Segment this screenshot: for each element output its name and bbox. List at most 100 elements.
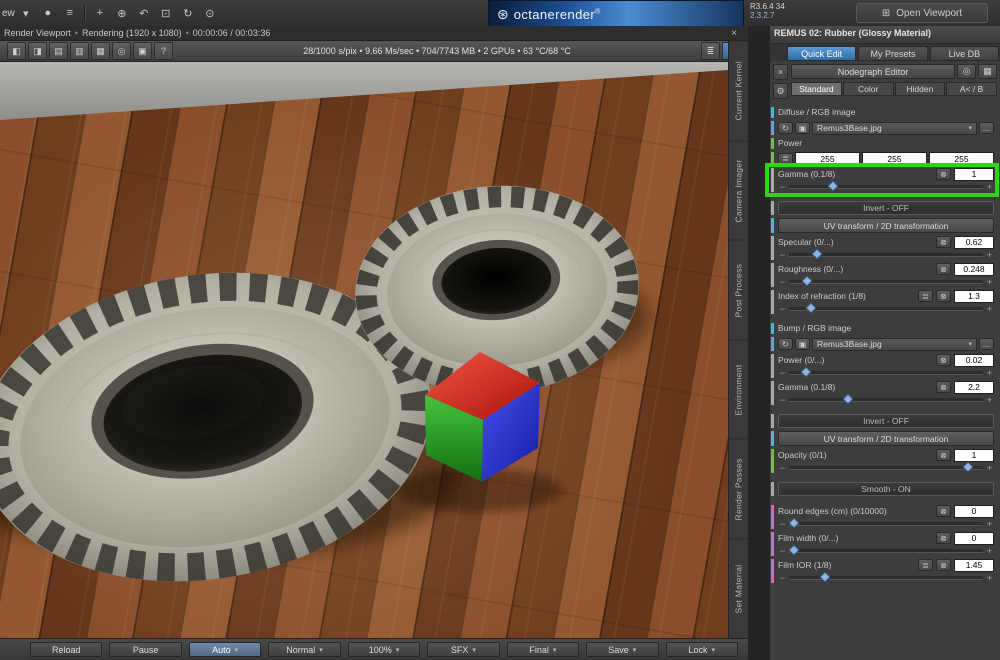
texture-file-dropdown[interactable]: Remus3Base.jpg ▾ [812, 337, 977, 351]
slider-handle[interactable] [805, 301, 817, 314]
slider-track[interactable] [789, 365, 983, 378]
pause-button[interactable]: Pause [109, 642, 182, 657]
open-texture-button[interactable]: ▣ [795, 338, 810, 350]
slider-handle[interactable] [801, 274, 814, 287]
open-texture-button[interactable]: ▣ [795, 122, 810, 134]
increment-button[interactable]: + [985, 573, 994, 583]
tab-camera-imager[interactable]: Camera Imager [729, 140, 748, 240]
lock-dropdown[interactable]: Lock ▾ [665, 642, 738, 657]
bump-gamma-value-field[interactable]: 2.2 [954, 380, 994, 394]
grid-view-icon[interactable]: ▦ [91, 42, 110, 60]
slider-handle[interactable] [788, 516, 800, 529]
chevron-down-icon[interactable]: ▾ [16, 4, 36, 22]
bump-power-value-field[interactable]: 0.02 [954, 353, 994, 367]
more-options-button[interactable]: … [979, 338, 994, 350]
slider-track[interactable] [789, 460, 983, 473]
save-render-icon[interactable]: ◧ [7, 42, 26, 60]
slider-track[interactable] [789, 570, 983, 583]
list-icon[interactable]: ≣ [918, 559, 933, 571]
auto-dropdown[interactable]: Auto ▾ [188, 642, 262, 657]
smooth-toggle-button[interactable]: Smooth - ON [778, 482, 994, 496]
redo-icon[interactable]: ↻ [178, 4, 198, 22]
node-connector-icon[interactable]: ⊗ [936, 290, 951, 302]
green-value-field[interactable]: 255 [862, 151, 927, 166]
zoom-dropdown[interactable]: 100% ▾ [347, 642, 421, 657]
invert-toggle-button[interactable]: Invert - OFF [778, 201, 994, 215]
decrement-button[interactable]: − [778, 182, 787, 192]
nodegraph-editor-button[interactable]: Nodegraph Editor [791, 64, 955, 79]
node-connector-icon[interactable]: ⊗ [936, 263, 951, 275]
close-icon[interactable]: × [728, 28, 740, 39]
texture-file-dropdown[interactable]: Remus3Base.jpg ▾ [812, 121, 977, 135]
node-connector-icon[interactable]: ⊗ [936, 532, 951, 544]
blue-value-field[interactable]: 255 [929, 151, 994, 166]
uv-transform-header[interactable]: UV transform / 2D transformation [778, 218, 994, 233]
red-value-field[interactable]: 255 [795, 151, 860, 166]
increment-button[interactable]: + [985, 368, 994, 378]
sfx-dropdown[interactable]: SFX ▾ [427, 642, 500, 657]
increment-button[interactable]: + [985, 277, 994, 287]
subtab-color[interactable]: Color [842, 82, 894, 96]
list-icon[interactable]: ≣ [918, 290, 933, 302]
slider-track[interactable] [788, 516, 983, 529]
slider-track[interactable] [788, 543, 983, 556]
target-icon[interactable]: ◎ [957, 64, 976, 79]
specular-value-field[interactable]: 0.62 [954, 235, 994, 249]
slider-handle[interactable] [842, 392, 854, 405]
save-dropdown[interactable]: Save ▾ [586, 642, 659, 657]
record-icon[interactable]: ● [38, 4, 58, 22]
round-edges-value-field[interactable]: 0 [954, 504, 994, 518]
decrement-button[interactable]: − [778, 573, 787, 583]
slider-track[interactable] [789, 179, 983, 192]
slider-track[interactable] [789, 301, 983, 314]
undo-icon[interactable]: ↶ [134, 4, 154, 22]
slider-handle[interactable] [827, 179, 839, 192]
pan-tool-icon[interactable]: ⊕ [112, 4, 132, 22]
help-icon[interactable]: ? [154, 42, 173, 60]
reload-button[interactable]: Reload [30, 642, 103, 657]
node-connector-icon[interactable]: ⊗ [936, 505, 951, 517]
increment-button[interactable]: + [985, 546, 994, 556]
slider-handle[interactable] [788, 543, 800, 556]
ior-value-field[interactable]: 1.3 [954, 289, 994, 303]
node-connector-icon[interactable]: ⊗ [936, 236, 951, 248]
tab-environment[interactable]: Environment [729, 339, 748, 439]
render-viewport-image[interactable] [0, 62, 728, 638]
gamma-value-field[interactable]: 1 [954, 167, 994, 181]
decrement-button[interactable]: − [778, 519, 787, 529]
frame-icon[interactable]: ⊡ [156, 4, 176, 22]
node-connector-icon[interactable]: ⊗ [936, 168, 951, 180]
more-options-button[interactable]: … [979, 122, 994, 134]
reload-texture-button[interactable]: ↻ [778, 122, 793, 134]
tab-live-db[interactable]: Live DB [929, 46, 999, 61]
gear-icon[interactable]: ⚙ [773, 83, 788, 99]
slider-handle[interactable] [962, 460, 975, 473]
slider-handle[interactable] [819, 570, 831, 583]
increment-button[interactable]: + [985, 519, 994, 529]
tab-quick-edit[interactable]: Quick Edit [787, 46, 857, 61]
move-tool-icon[interactable]: + [90, 4, 110, 22]
copy-render-icon[interactable]: ◨ [28, 42, 47, 60]
slider-handle[interactable] [811, 247, 823, 260]
tab-current-kernel[interactable]: Current Kernel [729, 41, 748, 141]
roughness-value-field[interactable]: 0.248 [954, 262, 994, 276]
film-ior-value-field[interactable]: 1.45 [954, 558, 994, 572]
slider-track[interactable] [789, 247, 983, 260]
subtab-a-b[interactable]: A< / B [946, 82, 997, 96]
region-render-icon[interactable]: ▤ [49, 42, 68, 60]
decrement-button[interactable]: − [778, 463, 787, 473]
material-picker-icon[interactable]: ▣ [133, 42, 152, 60]
list-icon[interactable]: ≣ [778, 152, 793, 165]
uv-transform-header[interactable]: UV transform / 2D transformation [778, 431, 994, 446]
increment-button[interactable]: + [985, 250, 994, 260]
increment-button[interactable]: + [985, 182, 994, 192]
octane-title-bar[interactable]: ⊛ octanerender® [488, 0, 744, 28]
slider-handle[interactable] [799, 365, 812, 378]
decrement-button[interactable]: − [778, 546, 787, 556]
list-icon[interactable]: ≣ [701, 42, 720, 60]
increment-button[interactable]: + [985, 304, 994, 314]
decrement-button[interactable]: − [778, 250, 787, 260]
slider-track[interactable] [789, 392, 983, 405]
lock-view-icon[interactable]: ▥ [70, 42, 89, 60]
reload-texture-button[interactable]: ↻ [778, 338, 793, 350]
